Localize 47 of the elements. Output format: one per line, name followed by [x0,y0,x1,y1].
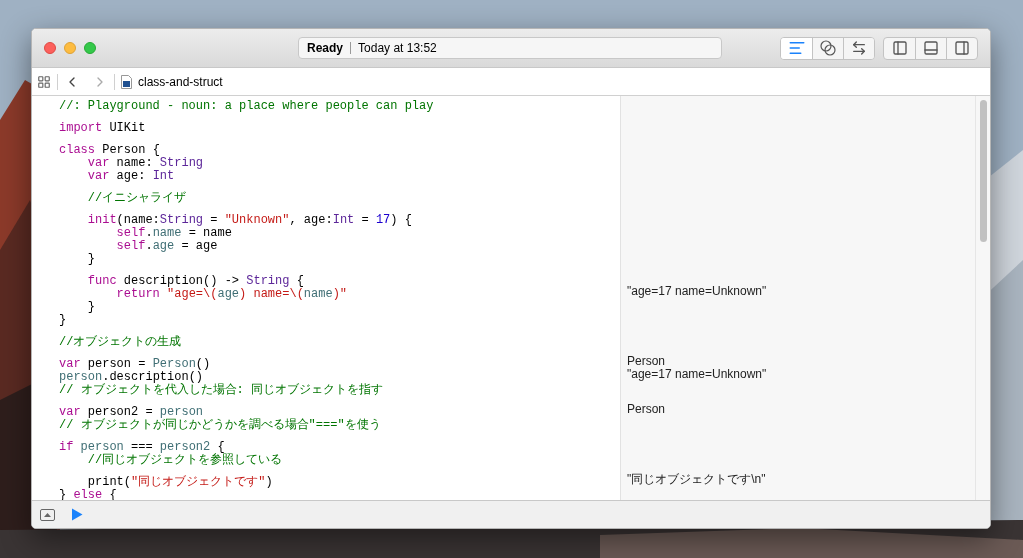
code-line: var name: String [86,155,204,170]
code-line: // オブジェクトが同じかどうかを調べる場合"==="を使う [59,417,381,432]
code-line: print("同じオブジェクトです") [87,474,273,489]
code-line: init(name:String = "Unknown", age:Int = 17) { [86,212,412,227]
code-line: var person2 = person [59,404,204,419]
code-line: import UIKit [59,120,146,135]
code-line: class Person { [59,142,160,157]
console-toggle-icon[interactable] [40,508,55,521]
play-icon[interactable] [71,508,83,521]
arrows-icon [851,40,867,56]
code-line: //同じオブジェクトを参照している [87,452,283,467]
code-line: //イニシャライザ [86,190,187,205]
code-line: // オブジェクトを代入した場合: 同じオブジェクトを指す [59,382,383,397]
code-line: var age: Int [86,168,175,183]
code-line: } [86,251,95,266]
code-line: //: Playground - noun: a place where people can play [59,98,434,113]
status-time: Today at 13:52 [358,40,437,57]
close-button[interactable] [44,42,56,54]
panel-bottom-icon [923,40,939,56]
code-line: var person = Person() [59,356,211,371]
lines-icon [787,39,806,57]
code-line: } [59,312,67,327]
status-text: Ready [307,40,344,57]
grid-icon[interactable] [37,74,51,89]
editor-mode-button[interactable] [781,37,812,59]
code-line: return "age=\(age) name=\(name)" [115,286,348,301]
code-line: } [86,299,95,314]
zoom-button[interactable] [84,42,96,54]
file-name[interactable]: class-and-struct [138,72,223,91]
code-line: person.description() [59,369,204,384]
panel-right-icon [954,40,970,56]
result-value[interactable]: "同じオブジェクトです\n" [621,473,766,486]
file-icon [121,74,132,89]
result-value[interactable]: "age=17 name=Unknown" [621,285,767,298]
code-line: func description() -> String { [86,273,304,288]
result-value[interactable]: Person [621,355,666,368]
code-line: self.name = name [115,225,232,240]
code-line: self.age = age [115,238,218,253]
circles-icon [819,40,837,56]
result-value[interactable]: "age=17 name=Unknown" [621,368,767,381]
editor-mode-button[interactable] [843,37,874,59]
panel-left-icon [891,40,908,56]
code-line: //オブジェクトの生成 [59,334,182,349]
code-editor[interactable] [32,96,975,500]
code-line: if person === person2 { [59,439,225,454]
scroll-thumb[interactable] [979,100,987,242]
result-value[interactable]: Person [621,403,666,416]
